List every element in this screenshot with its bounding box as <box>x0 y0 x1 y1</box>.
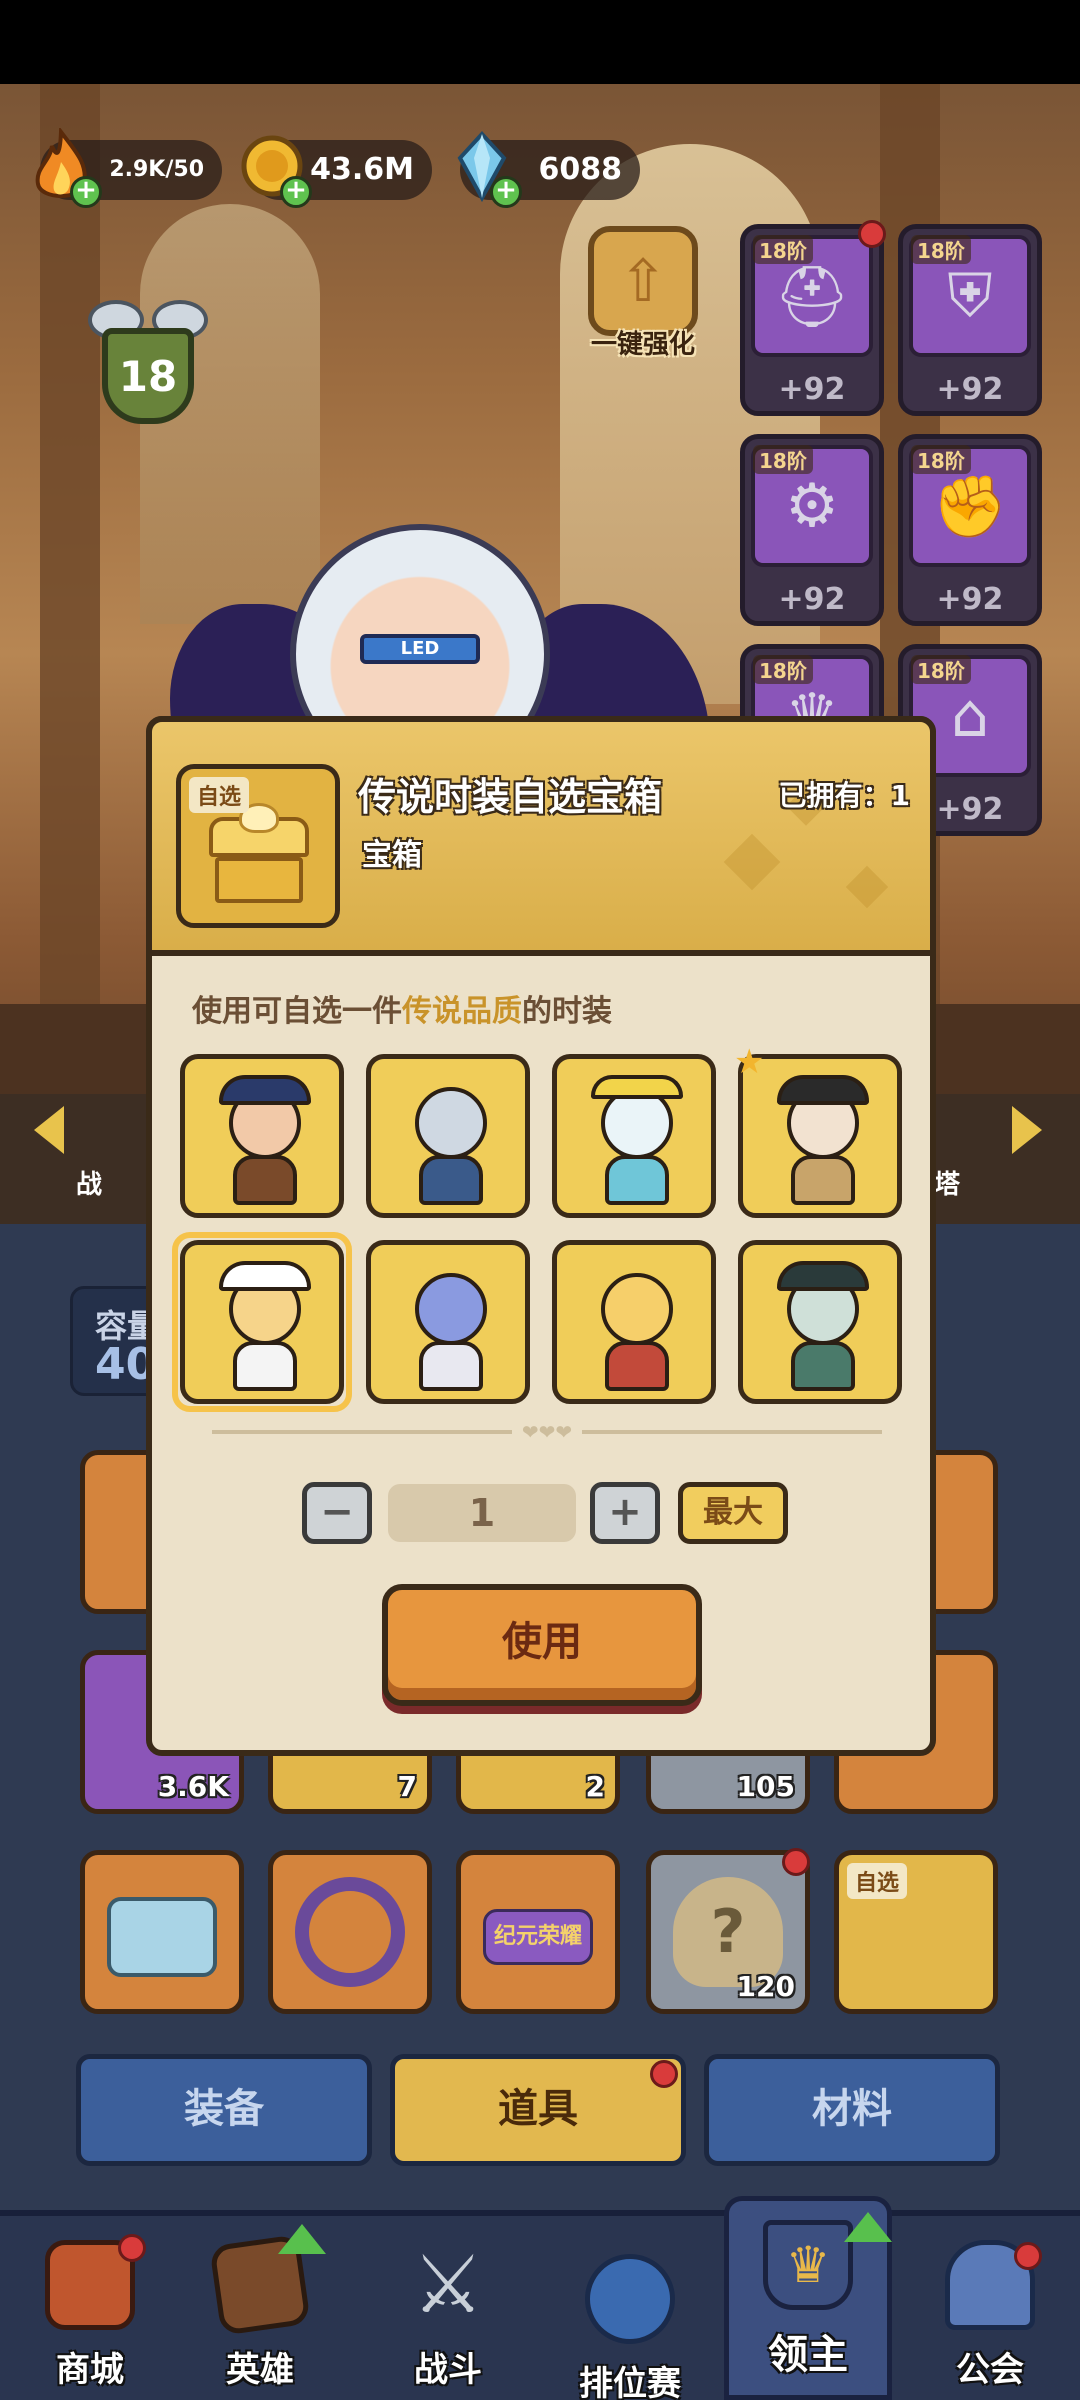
max-quantity-button[interactable]: 最大 <box>678 1482 788 1544</box>
self-select-tag: 自选 <box>189 777 250 813</box>
owned-count: 已拥有：1 <box>778 779 910 812</box>
chest-dialog: 自选 传说时装自选宝箱 宝箱 已拥有：1 使用可自选一件传说品质的时装 ★ ❤❤… <box>146 716 936 1756</box>
desc-highlight: 传说品质 <box>402 994 522 1029</box>
decor-diamond <box>723 833 781 891</box>
status-bar <box>0 0 1080 84</box>
dialog-subtitle: 宝箱 <box>362 838 422 873</box>
star-icon: ★ <box>734 1042 765 1082</box>
dialog-header: 自选 传说时装自选宝箱 宝箱 已拥有：1 <box>146 716 936 956</box>
decrease-quantity-button[interactable]: − <box>302 1482 372 1544</box>
selection-frame <box>172 1232 352 1412</box>
heart-icon: ❤❤❤ <box>512 1420 582 1444</box>
costume-option-pirate[interactable] <box>180 1054 344 1218</box>
dialog-description: 使用可自选一件传说品质的时装 <box>192 986 612 1030</box>
costume-option-monocle[interactable] <box>366 1240 530 1404</box>
increase-quantity-button[interactable]: + <box>590 1482 660 1544</box>
dialog-title: 传说时装自选宝箱 <box>358 775 663 819</box>
desc-prefix: 使用可自选一件 <box>192 994 402 1029</box>
divider: ❤❤❤ <box>212 1420 882 1444</box>
costume-option-plague[interactable] <box>738 1240 902 1404</box>
chest-icon-box: 自选 <box>176 764 340 928</box>
costume-option-wolf[interactable] <box>366 1054 530 1218</box>
use-button[interactable]: 使用 <box>382 1584 702 1706</box>
costume-option-goggles[interactable] <box>552 1054 716 1218</box>
golden-chest-icon <box>209 803 309 907</box>
desc-suffix: 的时装 <box>522 994 612 1029</box>
quantity-field[interactable]: 1 <box>388 1484 576 1542</box>
costume-option-crown[interactable] <box>552 1240 716 1404</box>
decor-diamond <box>845 865 889 909</box>
